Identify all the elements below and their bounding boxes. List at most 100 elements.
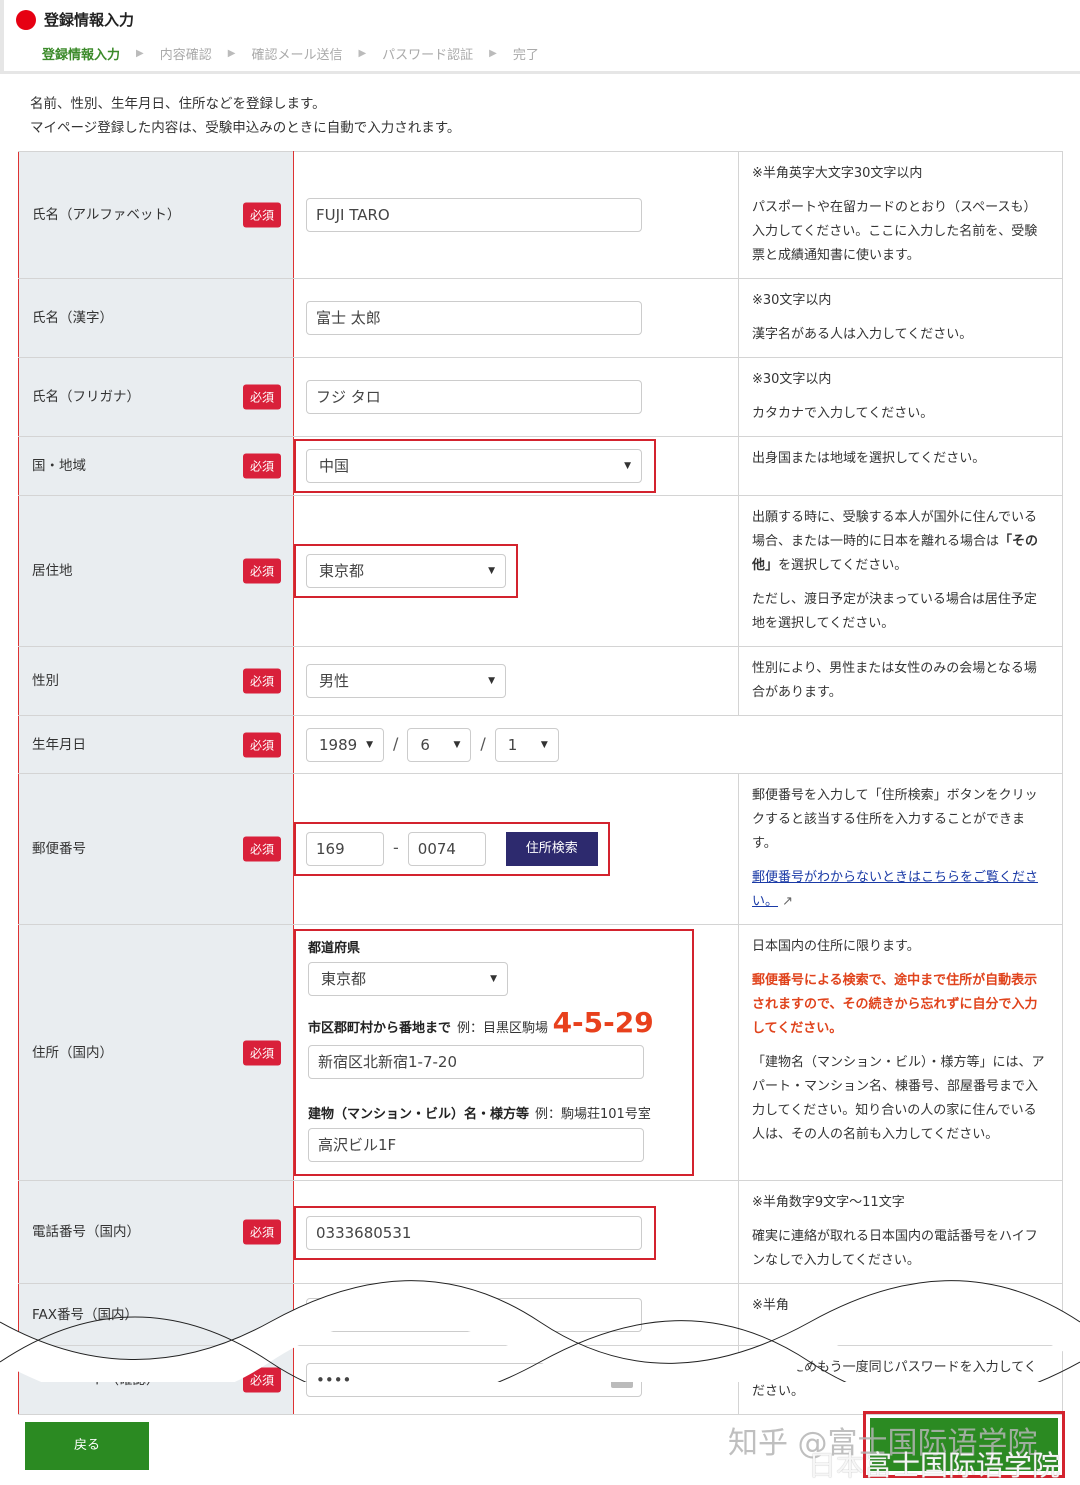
building-label: 建物（マンション・ビル）名・様方等 <box>308 1107 530 1122</box>
note: 「建物名（マンション・ビル）・様方等」には、アパート・マンション名、棟番号、部屋… <box>752 1055 1045 1142</box>
dropdown-caret-icon: ▼ <box>490 974 497 984</box>
required-badge: 必須 <box>242 558 281 584</box>
note: ※30文字以内 <box>752 293 832 308</box>
dropdown-caret-icon: ▼ <box>366 739 373 750</box>
select-value: 6 <box>420 735 430 754</box>
building-input[interactable]: 高沢ビル1F <box>308 1128 644 1162</box>
page-header: 登録情報入力 登録情報入力 ▶ 内容確認 ▶ 確認メール送信 ▶ パスワード認証 ▶ 完… <box>0 0 1080 74</box>
highlight-box: 0333680531 <box>294 1206 656 1260</box>
title-dot-icon <box>16 10 36 30</box>
label: 国・地域 <box>32 458 86 474</box>
row-residence: 居住地 必須 東京都 ▼ 出願する時に、受験する本人が国外に住んでいる場合、または一… <box>18 495 1063 647</box>
note: ※半角英字大文字30文字以内 <box>752 166 923 181</box>
label: 住所（国内） <box>32 1044 113 1061</box>
intro-line: マイページ登録した内容は、受験申込みのときに自動で入力されます。 <box>30 120 461 136</box>
required-badge: 必須 <box>242 668 281 694</box>
note: 漢字名がある人は入力してください。 <box>752 327 973 342</box>
name-alpha-input[interactable]: FUJI TARO <box>306 198 642 232</box>
back-button[interactable]: 戻る <box>25 1422 149 1470</box>
date-separator: / <box>393 733 399 753</box>
dropdown-caret-icon: ▼ <box>488 566 495 576</box>
name-kana-input[interactable]: フジ タロ <box>306 380 642 414</box>
required-badge: 必須 <box>242 453 281 479</box>
postal-second-input[interactable]: 0074 <box>407 832 486 866</box>
dropdown-caret-icon: ▼ <box>488 676 495 686</box>
highlight-box: 中国 ▼ <box>294 439 656 493</box>
postal-first-input[interactable]: 169 <box>306 832 384 866</box>
building-example: 例：駒場荘101号室 <box>535 1107 651 1122</box>
note: 郵便番号を入力して「住所検索」ボタンをクリックすると該当する住所を入力することが… <box>752 788 1038 851</box>
highlight-box: 169-0074 住所検索 <box>294 822 610 876</box>
highlight-box: 東京都 ▼ <box>294 544 518 598</box>
label: 電話番号（国内） <box>32 1224 140 1240</box>
select-value: 東京都 <box>319 562 365 580</box>
birth-year-select[interactable]: 1989 ▼ <box>306 727 384 762</box>
external-link-icon: ↗ <box>782 894 794 909</box>
note: カタカナで入力してください。 <box>752 406 934 421</box>
step-progress: 登録情報入力 ▶ 内容確認 ▶ 確認メール送信 ▶ パスワード認証 ▶ 完了 <box>42 44 555 63</box>
watermark: 日本富士国际语学院 <box>808 1449 1061 1482</box>
label: 氏名（アルファベット） <box>32 207 181 223</box>
page-break-wave <box>0 1280 1080 1382</box>
select-value: 男性 <box>319 672 350 690</box>
step-arrow-icon: ▶ <box>358 48 367 59</box>
required-badge: 必須 <box>242 384 281 410</box>
birth-month-select[interactable]: 6 ▼ <box>407 727 472 762</box>
select-value: 東京都 <box>321 970 367 988</box>
step-arrow-icon: ▶ <box>227 48 236 59</box>
country-select[interactable]: 中国 ▼ <box>306 449 642 483</box>
row-postal: 郵便番号 必須 169-0074 住所検索 郵便番号を入力して「住所検索」ボタンをク… <box>18 773 1063 925</box>
page-title: 登録情報入力 <box>44 11 135 29</box>
label: 郵便番号 <box>32 841 86 857</box>
note: ※30文字以内 <box>752 372 832 387</box>
row-country: 国・地域 必須 中国 ▼ 出身国または地域を選択してください。 <box>18 436 1063 496</box>
label: 氏名（漢字） <box>32 310 113 326</box>
step-email: 確認メール送信 <box>251 48 343 63</box>
city-input[interactable]: 新宿区北新宿1-7-20 <box>308 1045 644 1079</box>
name-kanji-input[interactable]: 富士 太郎 <box>306 301 642 335</box>
row-name-kana: 氏名（フリガナ） 必須 フジ タロ ※30文字以内カタカナで入力してください。 <box>18 357 1063 437</box>
label: 生年月日 <box>32 736 86 753</box>
residence-select[interactable]: 東京都 ▼ <box>306 554 506 588</box>
label: 居住地 <box>32 563 73 579</box>
registration-form: 氏名（アルファベット） 必須 FUJI TARO ※半角英字大文字30文字以内パス… <box>18 151 1063 1415</box>
select-value: 1 <box>507 735 518 754</box>
note: ※半角数字9文字～11文字 <box>752 1195 905 1210</box>
step-confirm: 内容確認 <box>159 48 212 63</box>
city-label: 市区郡町村から番地まで <box>308 1021 452 1036</box>
required-badge: 必須 <box>242 1040 281 1065</box>
city-example-highlight: 4-5-29 <box>552 1006 654 1039</box>
note-text: を選択してください。 <box>778 558 908 573</box>
select-value: 中国 <box>319 457 350 475</box>
required-badge: 必須 <box>242 836 281 862</box>
row-gender: 性別 必須 男性 ▼ 性別により、男性または女性のみの会場となる場合があります。 <box>18 646 1063 716</box>
prefecture-label: 都道府県 <box>308 941 361 956</box>
intro-text: 名前、性別、生年月日、住所などを登録します。 マイページ登録した内容は、受験申込… <box>30 92 460 140</box>
note-warning: 郵便番号による検索で、途中まで住所が自動表示されますので、その続きから忘れずに自… <box>752 973 1038 1036</box>
phone-input[interactable]: 0333680531 <box>306 1216 642 1250</box>
required-badge: 必須 <box>242 1219 281 1245</box>
note: 日本国内の住所に限ります。 <box>752 939 920 954</box>
select-value: 1989 <box>319 735 358 754</box>
note: 出願する時に、受験する本人が国外に住んでいる場合、または一時的に日本を離れる場合… <box>752 506 1048 578</box>
postal-lookup-link[interactable]: 郵便番号がわからないときはこちらをご覧ください。 <box>752 870 1038 909</box>
row-birthdate: 生年月日 必須 1989 ▼ / 6 ▼ / 1 ▼ <box>18 715 1063 774</box>
step-input: 登録情報入力 <box>42 48 121 63</box>
note: ただし、渡日予定が決まっている場合は居住予定地を選択してください。 <box>752 592 1037 631</box>
label: 性別 <box>32 673 59 689</box>
prefecture-select[interactable]: 東京都 ▼ <box>308 962 508 996</box>
address-search-button[interactable]: 住所検索 <box>505 832 598 866</box>
label: 氏名（フリガナ） <box>32 389 140 405</box>
required-badge: 必須 <box>242 732 281 757</box>
note: パスポートや在留カードのとおり（スペースも）入力してください。ここに入力した名前… <box>752 200 1038 263</box>
step-done: 完了 <box>512 48 539 63</box>
birth-day-select[interactable]: 1 ▼ <box>494 727 559 762</box>
gender-select[interactable]: 男性 ▼ <box>306 664 506 698</box>
intro-line: 名前、性別、生年月日、住所などを登録します。 <box>30 96 326 112</box>
step-password: パスワード認証 <box>382 48 474 63</box>
date-separator: / <box>480 733 486 753</box>
city-example: 例：目黒区駒場 <box>457 1021 549 1036</box>
note-text: 出願する時に、受験する本人が国外に住んでいる場合、または一時的に日本を離れる場合… <box>752 510 1037 549</box>
row-name-kanji: 氏名（漢字） 富士 太郎 ※30文字以内漢字名がある人は入力してください。 <box>18 278 1063 358</box>
note: 性別により、男性または女性のみの会場となる場合があります。 <box>752 661 1037 700</box>
